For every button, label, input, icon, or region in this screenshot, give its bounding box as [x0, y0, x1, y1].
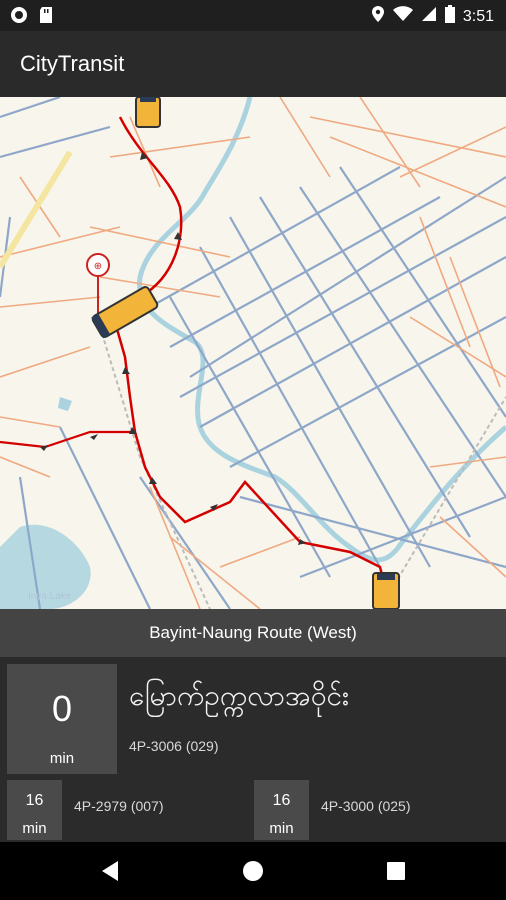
next-arrival-minutes: 0 [51, 688, 73, 729]
railway [99, 326, 211, 609]
home-button[interactable] [223, 842, 283, 900]
route-map[interactable]: ⊕ Inya Lake [0, 97, 506, 609]
upcoming-unit: min [269, 820, 294, 837]
map-watermark: Inya Lake [28, 591, 72, 602]
signal-icon [421, 6, 437, 27]
next-arrival-plate: 4P-3006 (029) [129, 738, 219, 754]
app-title: CityTransit [20, 51, 125, 76]
bus-marker [372, 572, 400, 609]
system-nav-bar [0, 842, 506, 900]
upcoming-arrival-box[interactable]: 16 min [254, 780, 309, 840]
route-name: Bayint-Naung Route (West) [149, 623, 357, 642]
minor-roads [0, 97, 506, 609]
sd-card-icon [38, 6, 54, 29]
next-arrival-box[interactable]: 0 min [7, 664, 117, 774]
back-icon [102, 861, 118, 881]
bus-marker [91, 286, 159, 339]
upcoming-plate: 4P-2979 (007) [74, 798, 164, 814]
stop-name: မြောက်ဥက္ကလာအဝိုင်း [129, 680, 350, 711]
app-bar: CityTransit [0, 31, 506, 97]
clock-time: 3:51 [462, 7, 494, 25]
upcoming-arrival-box[interactable]: 16 min [7, 780, 62, 840]
major-roads [0, 97, 506, 609]
bus-marker [135, 97, 161, 128]
battery-icon [444, 5, 455, 28]
route-name-bar: Bayint-Naung Route (West) [0, 609, 506, 657]
upcoming-minutes: 16 [272, 792, 291, 809]
location-icon [371, 5, 385, 28]
next-arrival-unit: min [49, 750, 75, 767]
notification-icon [10, 6, 28, 29]
upcoming-unit: min [22, 820, 47, 837]
back-button[interactable] [80, 842, 140, 900]
recents-icon [387, 862, 405, 880]
svg-text:⊕: ⊕ [94, 261, 102, 272]
wifi-icon [392, 6, 413, 27]
route-line [113, 116, 387, 588]
status-bar: 3:51 [0, 0, 506, 31]
home-icon [243, 861, 263, 881]
upcoming-plate: 4P-3000 (025) [321, 798, 411, 814]
arrivals-panel: 0 min မြောက်ဥက္ကလာအဝိုင်း 4P-3006 (029) … [0, 657, 506, 842]
recents-button[interactable] [366, 842, 426, 900]
upcoming-minutes: 16 [25, 792, 44, 809]
